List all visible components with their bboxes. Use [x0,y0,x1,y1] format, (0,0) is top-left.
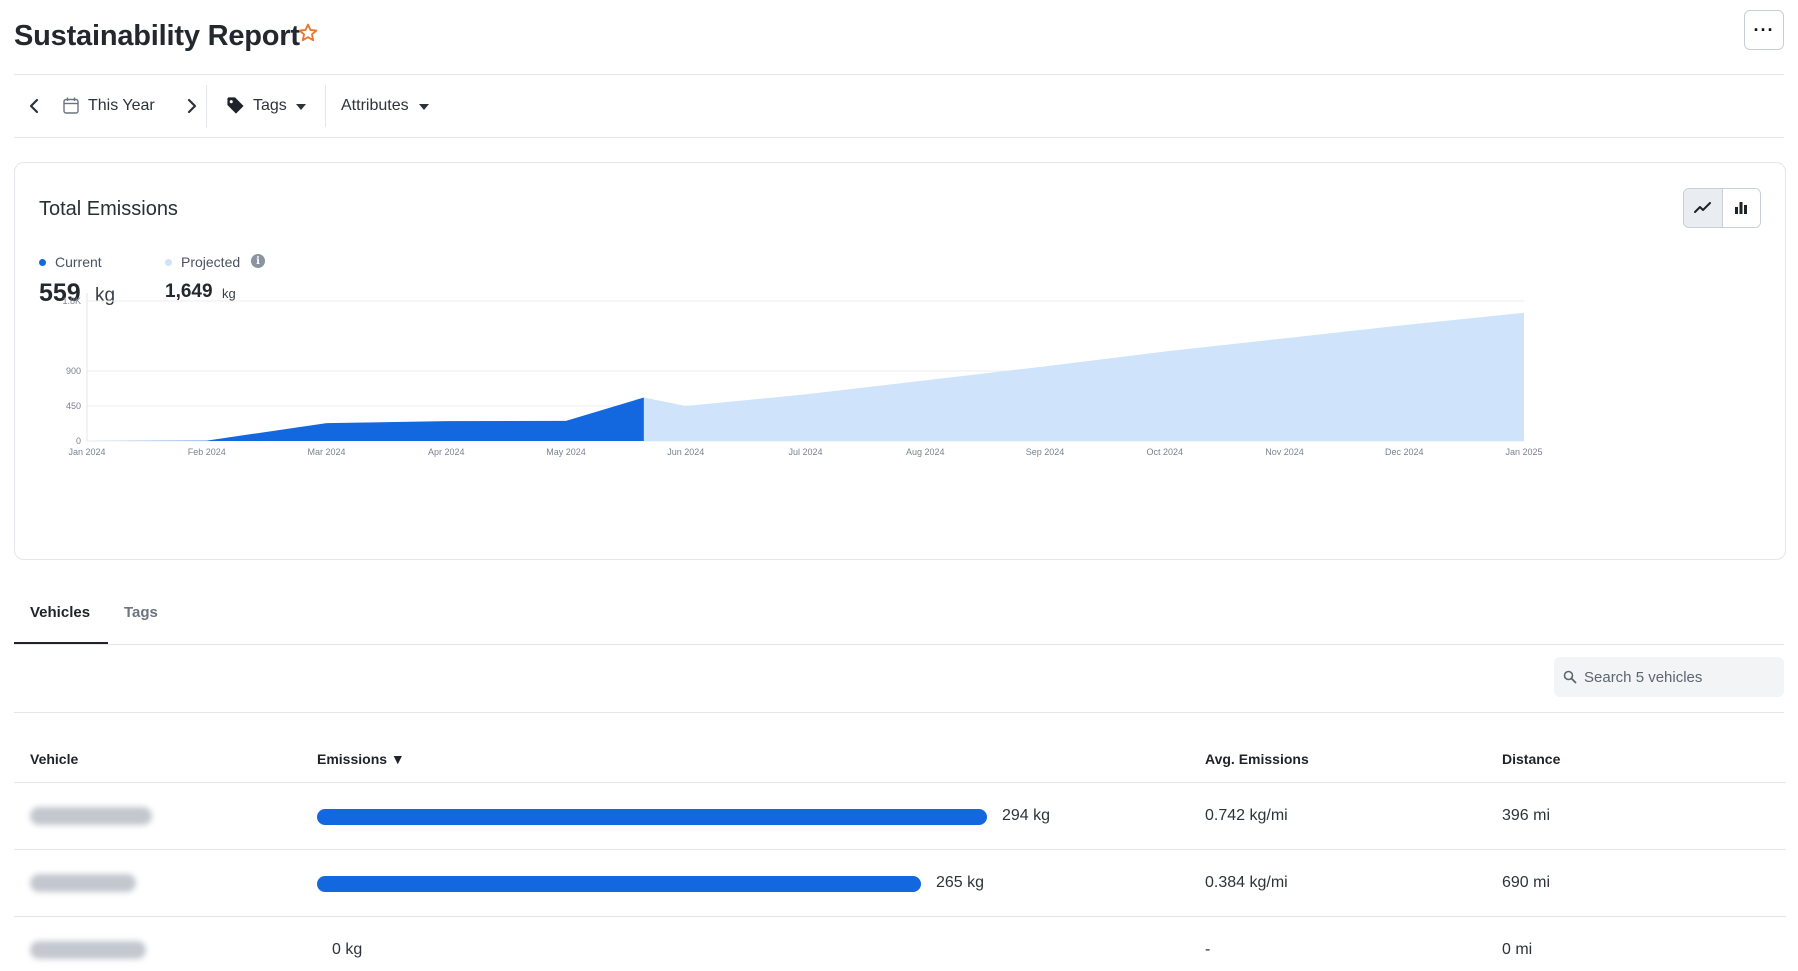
table-row[interactable]: 294 kg 0.742 kg/mi 396 mi [14,782,1786,849]
table-row[interactable]: 265 kg 0.384 kg/mi 690 mi [14,849,1786,916]
x-tick-label: Jun 2024 [667,447,704,457]
y-tick-label: 900 [66,366,81,376]
table-row[interactable]: 0 kg - 0 mi [14,916,1786,971]
previous-period-button[interactable] [24,95,44,117]
distance-value: 0 mi [1502,941,1533,958]
attributes-filter-button[interactable]: Attributes [341,97,409,115]
emissions-bar [317,809,987,825]
tabs-divider [14,644,1784,645]
chevron-left-icon [29,98,39,114]
series-area-projected [643,312,1524,441]
distance-value: 690 mi [1502,874,1551,891]
series-area-current [87,397,644,441]
page-header: Sustainability Report ··· [14,8,1784,68]
tags-dropdown-caret-icon [296,104,306,110]
emissions-value: 265 kg [936,874,985,891]
vehicle-search-box [1554,657,1784,697]
tags-filter-button[interactable]: Tags [253,97,287,115]
x-tick-label: Aug 2024 [906,447,945,457]
next-period-button[interactable] [182,95,202,117]
emissions-bar [317,876,921,892]
vehicle-name[interactable] [30,941,146,959]
x-tick-label: Jul 2024 [788,447,822,457]
tab-vehicles[interactable]: Vehicles [30,604,90,621]
column-header-distance[interactable]: Distance [1502,751,1560,767]
filter-separator [325,85,326,127]
calendar-icon [63,97,79,114]
x-tick-label: Sep 2024 [1026,447,1065,457]
search-icon [1563,670,1577,684]
x-tick-label: Feb 2024 [188,447,226,457]
avg-emissions-value: - [1205,941,1211,958]
emissions-area-chart: 0 450 900 1.8K Jan 2024 Feb 2024 Mar 2024 Apr 2… [62,293,1543,457]
x-tick-label: Mar 2024 [307,447,345,457]
column-header-avg-emissions[interactable]: Avg. Emissions [1205,751,1309,767]
x-tick-label: Jan 2025 [1505,447,1542,457]
emissions-value: 0 kg [332,941,363,958]
x-tick-label: May 2024 [546,447,586,457]
search-divider [14,712,1784,713]
filter-divider [14,137,1784,138]
tab-bar: Vehicles Tags [14,590,1784,644]
x-tick-label: Nov 2024 [1265,447,1304,457]
x-tick-label: Dec 2024 [1385,447,1424,457]
distance-value: 396 mi [1502,807,1551,824]
date-range-selector[interactable]: This Year [88,97,155,115]
star-icon[interactable] [297,22,319,44]
tab-tags[interactable]: Tags [124,604,158,621]
more-options-button[interactable]: ··· [1744,10,1784,50]
emissions-value: 294 kg [1002,807,1051,824]
avg-emissions-value: 0.742 kg/mi [1205,807,1288,824]
filter-bar: This Year Tags Attributes [14,75,1784,137]
filter-separator [206,85,207,127]
vehicle-search-input[interactable] [1584,657,1780,697]
chevron-right-icon [187,98,197,114]
y-tick-label: 0 [76,436,81,446]
tag-icon [227,97,244,114]
column-header-vehicle[interactable]: Vehicle [30,751,78,767]
y-tick-label: 450 [66,401,81,411]
y-tick-label: 1.8K [62,296,81,306]
avg-emissions-value: 0.384 kg/mi [1205,874,1288,891]
page-title: Sustainability Report [14,20,300,52]
total-emissions-card: Total Emissions Current 559 kg Projected… [14,162,1786,560]
x-tick-label: Apr 2024 [428,447,465,457]
vehicle-name[interactable] [30,807,152,825]
attributes-dropdown-caret-icon [419,104,429,110]
x-tick-label: Jan 2024 [68,447,105,457]
x-tick-label: Oct 2024 [1146,447,1183,457]
column-header-emissions[interactable]: Emissions ▼ [317,751,405,767]
vehicle-name[interactable] [30,874,136,892]
